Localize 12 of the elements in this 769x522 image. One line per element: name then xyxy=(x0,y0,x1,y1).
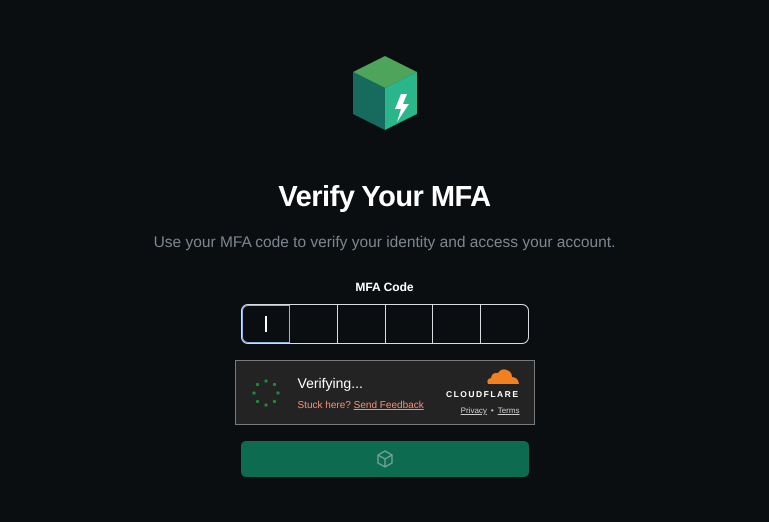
page-title: Verify Your MFA xyxy=(278,180,491,215)
separator: • xyxy=(490,404,494,417)
verifying-status: Verifying... xyxy=(298,374,364,393)
terms-link[interactable]: Terms xyxy=(498,404,520,417)
field-label: MFA Code xyxy=(355,279,414,296)
brand-name: CLOUDFLARE xyxy=(446,388,520,401)
cube-icon xyxy=(374,449,394,470)
privacy-link[interactable]: Privacy xyxy=(460,404,487,417)
spinner-icon xyxy=(250,376,282,409)
help-text: Stuck here? Send Feedback xyxy=(298,398,425,413)
subtitle: Use your MFA code to verify your identity and access your account. xyxy=(154,232,616,253)
feedback-link[interactable]: Send Feedback xyxy=(354,400,424,411)
